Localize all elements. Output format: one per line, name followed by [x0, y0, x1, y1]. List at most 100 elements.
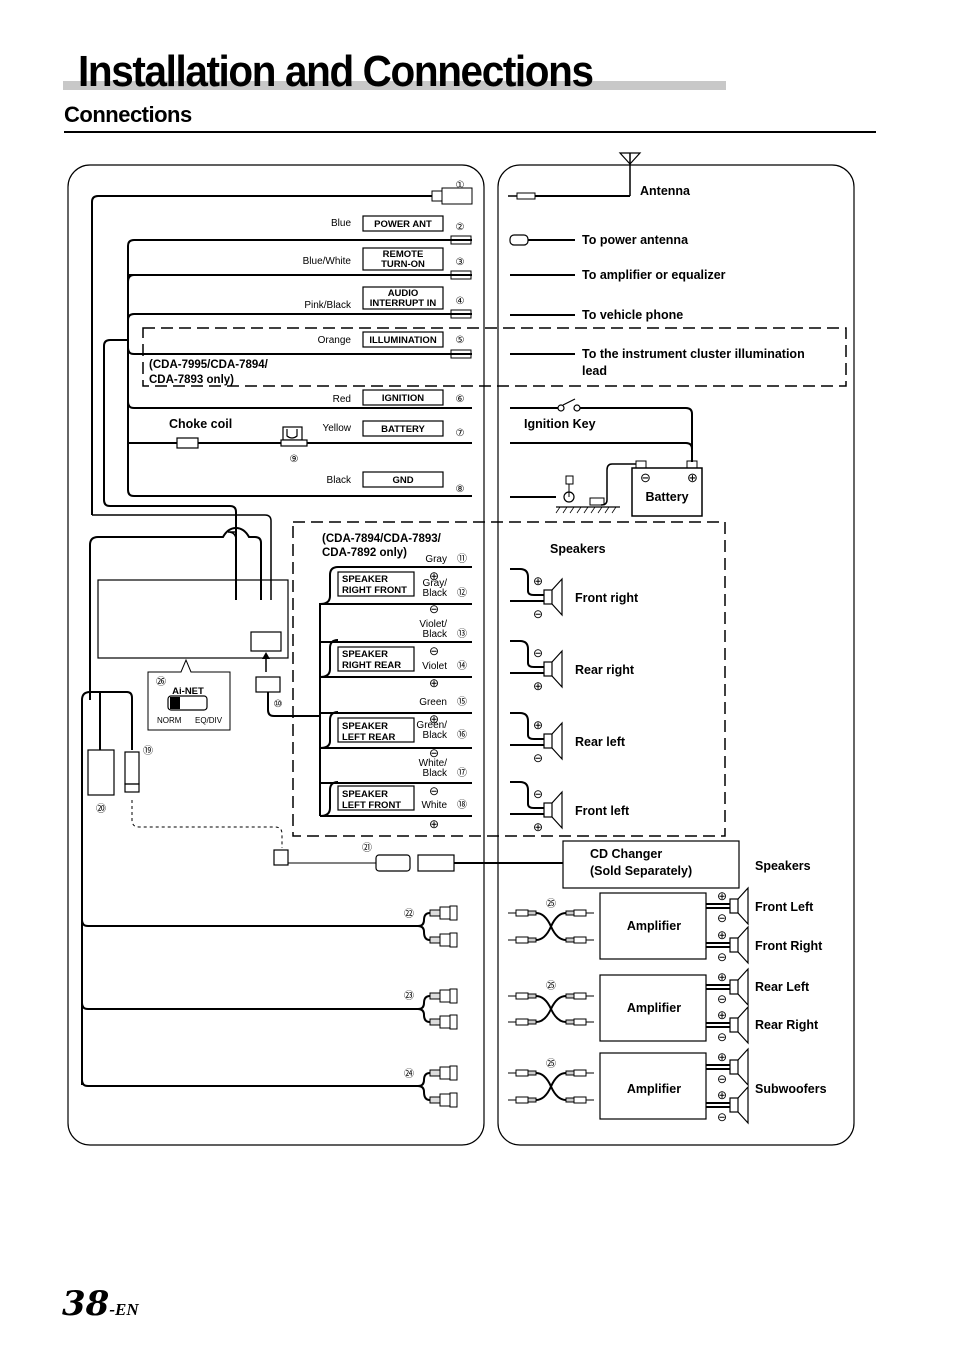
- lead-number: ⑨: [290, 454, 299, 465]
- speaker-box-label: LEFT REAR: [342, 732, 395, 743]
- wire-color: Pink/Black: [304, 300, 352, 311]
- amplifier-label: Amplifier: [627, 919, 681, 933]
- rca-jack-icon: [429, 1069, 441, 1077]
- plus-icon: ⊕: [429, 712, 439, 726]
- rca-jack-icon: [429, 992, 441, 1000]
- illumination-model-note: CDA-7893 only): [149, 374, 234, 386]
- rca-plug-icon: [515, 1018, 529, 1026]
- wire-color: Blue: [331, 218, 351, 229]
- phone-label: To vehicle phone: [582, 308, 683, 322]
- antenna-icon: [618, 152, 642, 196]
- wire-color: Blue/White: [303, 256, 352, 267]
- plus-icon: ⊕: [533, 820, 543, 834]
- function-label: INTERRUPT IN: [370, 298, 437, 309]
- rca-jack-icon: [429, 909, 441, 917]
- head-unit-socket-icon: [250, 631, 282, 652]
- rca-plug-icon: [573, 1018, 587, 1026]
- lead-number: ⑧: [456, 484, 465, 495]
- battery-minus-icon: ⊖: [640, 470, 651, 485]
- choke-coil-icon: [176, 437, 199, 449]
- speaker-icon: [729, 1059, 739, 1075]
- lead-number: ㉔: [404, 1068, 414, 1080]
- lead-number: ⑱: [457, 799, 467, 811]
- illumination-dest-label: To the instrument cluster illumination: [582, 347, 805, 361]
- amp-output-label: Rear Left: [755, 980, 810, 994]
- wire-color: Yellow: [322, 423, 351, 434]
- rca-plug-icon: [573, 1096, 587, 1104]
- speaker-icon: [543, 733, 553, 749]
- lead-number: ㉒: [404, 908, 414, 920]
- lead-number: ⑰: [457, 767, 467, 779]
- plus-icon: ⊕: [533, 574, 543, 588]
- plus-icon: ⊕: [429, 676, 439, 690]
- lead-number: ㉕: [546, 898, 556, 910]
- function-label: GND: [392, 475, 413, 486]
- speaker-icon: [729, 979, 739, 995]
- function-label: POWER ANT: [374, 219, 432, 230]
- amp-output-label: Rear Right: [755, 1018, 819, 1032]
- antenna-plug-icon: [516, 192, 536, 200]
- amp-output-label: Front Left: [755, 900, 814, 914]
- page-number-value: 38: [62, 1284, 110, 1324]
- cd-changer-connector-icon: [375, 854, 411, 872]
- lead-number: ⑩: [274, 699, 283, 710]
- speaker-wires: [319, 566, 472, 817]
- page-number-suffix: -EN: [109, 1300, 139, 1319]
- minus-icon: ⊖: [717, 992, 727, 1006]
- power-antenna-plug-icon: [509, 234, 529, 246]
- amp-output-label: Front Right: [755, 939, 823, 953]
- function-label: TURN-ON: [381, 259, 425, 270]
- head-unit-panel: [67, 164, 485, 1146]
- speaker-icon: [729, 898, 739, 914]
- lead-number: ㉑: [362, 842, 372, 854]
- minus-icon: ⊖: [429, 784, 439, 798]
- lead-number: ⑪: [457, 553, 467, 565]
- lead-number: ⑭: [457, 660, 467, 672]
- wire-color: Black: [423, 629, 448, 640]
- lead-number: ③: [456, 257, 465, 268]
- speaker-name: Front left: [575, 804, 630, 818]
- wire-color: Black: [327, 475, 352, 486]
- speaker-model-note: CDA-7892 only): [322, 547, 407, 559]
- speaker-icon: [543, 802, 553, 818]
- speaker-icon: [729, 1017, 739, 1033]
- plus-icon: ⊕: [533, 718, 543, 732]
- amp-output-label: Subwoofers: [755, 1082, 827, 1096]
- lead-number: ⑫: [457, 587, 467, 599]
- speaker-icon: [543, 589, 553, 605]
- lead-number: ④: [456, 296, 465, 307]
- wire-color: White: [421, 800, 447, 811]
- lead-number: ②: [456, 222, 465, 233]
- function-label: ILLUMINATION: [369, 335, 437, 346]
- rca-jack-icon: [429, 1018, 441, 1026]
- amp-speakers-header: Speakers: [755, 859, 811, 873]
- speaker-box-label: SPEAKER: [342, 574, 388, 585]
- connector-19-icon: [124, 751, 140, 785]
- minus-icon: ⊖: [533, 787, 543, 801]
- speaker-box-label: RIGHT REAR: [342, 660, 401, 671]
- minus-icon: ⊖: [717, 1072, 727, 1086]
- component-20-icon: [87, 749, 115, 796]
- lead-number: ⑯: [457, 729, 467, 741]
- wire-color: Black: [423, 588, 448, 599]
- wire-color: Gray: [425, 554, 447, 565]
- minus-icon: ⊖: [533, 646, 543, 660]
- function-label: IGNITION: [382, 393, 424, 404]
- speaker-box-label: SPEAKER: [342, 789, 388, 800]
- plus-icon: ⊕: [717, 970, 727, 984]
- power-antenna-label: To power antenna: [582, 233, 689, 247]
- ai-net-norm-label: NORM: [157, 716, 182, 725]
- minus-icon: ⊖: [717, 1030, 727, 1044]
- speaker-name: Rear right: [575, 663, 635, 677]
- speaker-boxes: [337, 571, 415, 811]
- minus-icon: ⊖: [533, 751, 543, 765]
- battery-label: Battery: [645, 490, 688, 504]
- rca-plug-icon: [573, 909, 587, 917]
- connector-10-icon: [255, 676, 281, 693]
- speaker-name: Front right: [575, 591, 639, 605]
- minus-icon: ⊖: [429, 746, 439, 760]
- lead-number: ⑬: [457, 628, 467, 640]
- wire-ground: [127, 489, 472, 497]
- speaker-model-note: (CDA-7894/CDA-7893/: [322, 533, 442, 545]
- illumination-dest-label: lead: [582, 364, 607, 378]
